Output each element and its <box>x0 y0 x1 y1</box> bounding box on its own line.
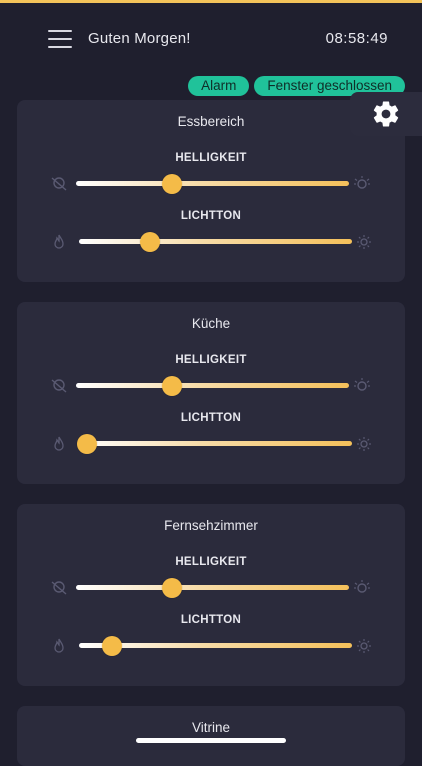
brightness-thumb[interactable] <box>161 174 182 194</box>
settings-button[interactable] <box>350 92 422 136</box>
tone-slider[interactable] <box>17 434 405 454</box>
brightness-label: HELLIGKEIT <box>175 152 247 164</box>
tone-thumb[interactable] <box>139 232 160 252</box>
bulb-on-icon <box>354 580 370 593</box>
room-title: Fernsehzimmer <box>164 518 258 533</box>
bulb-off-icon <box>51 581 67 595</box>
brightness-thumb[interactable] <box>161 578 182 598</box>
flame-icon <box>54 436 64 451</box>
tone-slider[interactable] <box>17 636 405 656</box>
tone-label: LICHTTON <box>180 412 242 424</box>
greeting-text: Guten Morgen! <box>88 30 191 47</box>
brightness-label: HELLIGKEIT <box>175 354 247 366</box>
gear-icon <box>373 101 399 127</box>
room-card-essbereich: Essbereich HELLIGKEIT LICHTTON <box>17 100 405 282</box>
room-card-vitrine: Vitrine <box>17 706 405 766</box>
flame-icon <box>54 638 64 653</box>
brightness-track[interactable] <box>76 181 349 186</box>
bulb-on-icon <box>354 378 370 391</box>
brightness-slider[interactable] <box>17 376 405 396</box>
brightness-track[interactable] <box>76 585 349 590</box>
tone-track[interactable] <box>79 441 352 446</box>
tone-label: LICHTTON <box>180 614 242 626</box>
tone-track[interactable] <box>79 239 352 244</box>
tone-slider[interactable] <box>17 232 405 252</box>
bulb-on-icon <box>354 176 370 189</box>
tone-thumb[interactable] <box>77 434 98 454</box>
top-accent-line <box>0 0 422 3</box>
brightness-track[interactable] <box>76 383 349 388</box>
room-title: Küche <box>191 316 231 331</box>
app-header: Guten Morgen! 08:58:49 <box>0 20 422 60</box>
alarm-badge[interactable]: Alarm <box>188 76 250 96</box>
room-card-fernsehzimmer: Fernsehzimmer HELLIGKEIT LICHTTON <box>17 504 405 686</box>
tone-thumb[interactable] <box>101 636 122 656</box>
room-title: Essbereich <box>177 114 245 129</box>
sun-icon <box>357 639 371 653</box>
clock: 08:58:49 <box>325 30 388 47</box>
bulb-off-icon <box>51 177 67 191</box>
flame-icon <box>54 234 64 249</box>
room-card-kueche: Küche HELLIGKEIT LICHTTON <box>17 302 405 484</box>
brightness-thumb[interactable] <box>161 376 182 396</box>
menu-icon[interactable] <box>48 30 72 48</box>
room-title: Vitrine <box>191 720 231 735</box>
brightness-slider[interactable] <box>17 174 405 194</box>
sun-icon <box>357 235 371 249</box>
tone-label: LICHTTON <box>180 210 242 222</box>
brightness-slider[interactable] <box>17 578 405 598</box>
sun-icon <box>357 437 371 451</box>
home-indicator[interactable] <box>136 738 286 743</box>
bulb-off-icon <box>51 379 67 393</box>
brightness-label: HELLIGKEIT <box>175 556 247 568</box>
